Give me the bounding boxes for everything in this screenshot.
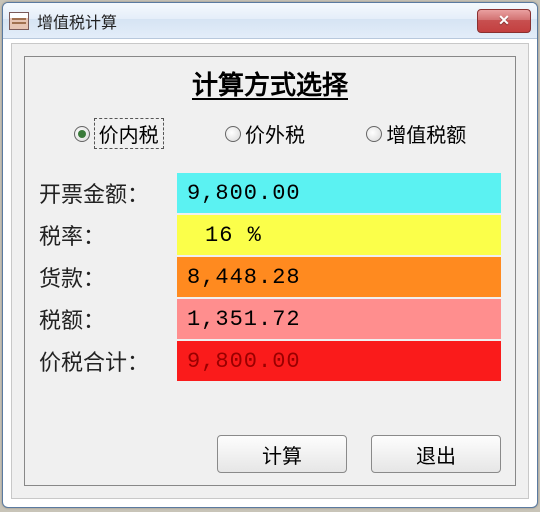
radio-label: 价外税 [245, 119, 305, 148]
section-title: 计算方式选择 [39, 65, 501, 102]
label-tax-amount: 税额： [39, 299, 177, 339]
row-tax-amount: 税额： 1,351.72 [39, 299, 501, 339]
label-goods-amount: 货款： [39, 257, 177, 297]
form-panel: 计算方式选择 价内税 价外税 增值税额 开票金额： 9,800 [24, 56, 516, 486]
radio-dot-icon [225, 126, 241, 142]
radio-vat-amount[interactable]: 增值税额 [366, 119, 466, 148]
label-total: 价税合计： [39, 341, 177, 381]
calc-mode-radio-group: 价内税 价外税 增值税额 [39, 108, 501, 167]
window-title: 增值税计算 [37, 9, 477, 33]
client-area: 计算方式选择 价内税 价外税 增值税额 开票金额： 9,800 [11, 43, 529, 499]
value-tax-rate[interactable]: 16 % [177, 215, 501, 255]
app-icon [9, 12, 29, 30]
row-invoice-amount: 开票金额： 9,800.00 [39, 173, 501, 213]
button-row: 计算 退出 [217, 435, 501, 473]
value-goods-amount: 8,448.28 [177, 257, 501, 297]
app-window: 增值税计算 ✕ 计算方式选择 价内税 价外税 增值税额 [2, 2, 538, 508]
calculate-button[interactable]: 计算 [217, 435, 347, 473]
titlebar: 增值税计算 ✕ [3, 3, 537, 39]
radio-dot-icon [366, 126, 382, 142]
row-goods-amount: 货款： 8,448.28 [39, 257, 501, 297]
radio-label: 增值税额 [386, 119, 466, 148]
value-tax-amount: 1,351.72 [177, 299, 501, 339]
radio-label: 价内税 [94, 118, 164, 149]
label-invoice-amount: 开票金额： [39, 173, 177, 213]
value-total: 9,800.00 [177, 341, 501, 381]
row-total: 价税合计： 9,800.00 [39, 341, 501, 381]
row-tax-rate: 税率： 16 % [39, 215, 501, 255]
radio-price-inclusive[interactable]: 价内税 [74, 118, 164, 149]
label-tax-rate: 税率： [39, 215, 177, 255]
value-invoice-amount[interactable]: 9,800.00 [177, 173, 501, 213]
radio-dot-icon [74, 126, 90, 142]
form-area: 开票金额： 9,800.00 税率： 16 % 货款： 8,448.28 税额：… [39, 173, 501, 381]
close-button[interactable]: ✕ [477, 9, 531, 33]
radio-price-exclusive[interactable]: 价外税 [225, 119, 305, 148]
close-icon: ✕ [498, 12, 510, 29]
exit-button[interactable]: 退出 [371, 435, 501, 473]
